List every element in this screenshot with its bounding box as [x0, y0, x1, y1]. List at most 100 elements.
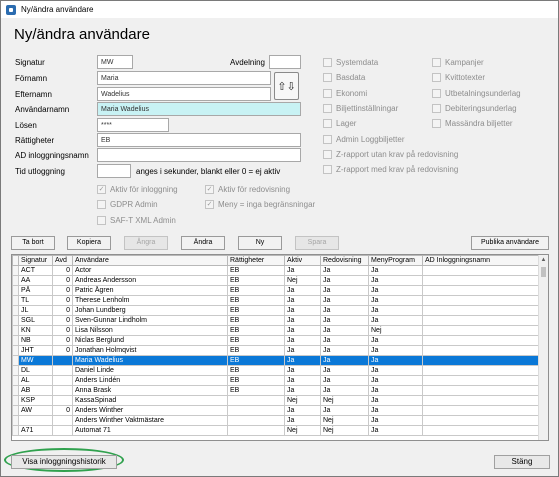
- table-row[interactable]: SGL 0 Sven-Gunnar Lindholm EB Ja Ja Ja: [12, 315, 539, 326]
- table-cell[interactable]: [52, 385, 73, 396]
- fornamn-field[interactable]: Maria: [97, 71, 271, 85]
- table-cell[interactable]: SGL: [18, 315, 53, 326]
- table-row[interactable]: AW 0 Anders Winther Ja Ja Ja: [12, 405, 539, 416]
- table-cell[interactable]: Ja: [284, 265, 321, 276]
- table-row[interactable]: KSP KassaSpinad Nej Nej Ja: [12, 395, 539, 406]
- table-row[interactable]: JL 0 Johan Lundberg EB Ja Ja Ja: [12, 305, 539, 316]
- table-cell[interactable]: Anders Lindén: [72, 375, 228, 386]
- check-zrapport-med-krav[interactable]: Z-rapport med krav på redovisning: [323, 165, 458, 174]
- table-cell[interactable]: [422, 295, 539, 306]
- table-cell[interactable]: Ja: [284, 415, 321, 426]
- kopiera-button[interactable]: Kopiera: [67, 236, 111, 250]
- table-cell[interactable]: Nej: [320, 415, 369, 426]
- table-cell[interactable]: Johan Lundberg: [72, 305, 228, 316]
- col-header[interactable]: Avd: [52, 255, 73, 266]
- table-cell[interactable]: [52, 425, 73, 436]
- check-kvittotexter[interactable]: Kvittotexter: [432, 73, 485, 82]
- table-cell[interactable]: [52, 355, 73, 366]
- table-cell[interactable]: EB: [227, 325, 285, 336]
- table-cell[interactable]: 0: [52, 335, 73, 346]
- table-cell[interactable]: EB: [227, 385, 285, 396]
- table-row[interactable]: AL Anders Lindén EB Ja Ja Ja: [12, 375, 539, 386]
- losen-field[interactable]: ****: [97, 118, 169, 132]
- table-row[interactable]: PÅ 0 Patric Ågren EB Ja Ja Ja: [12, 285, 539, 296]
- table-cell[interactable]: 0: [52, 275, 73, 286]
- table-cell[interactable]: Ja: [320, 345, 369, 356]
- col-header[interactable]: MenyProgram: [368, 255, 423, 266]
- table-cell[interactable]: Ja: [368, 295, 423, 306]
- ny-button[interactable]: Ny: [238, 236, 282, 250]
- table-cell[interactable]: Nej: [284, 275, 321, 286]
- table-cell[interactable]: [18, 415, 53, 426]
- table-cell[interactable]: Ja: [320, 355, 369, 366]
- check-aktiv-inloggning[interactable]: ✓ Aktiv för inloggning: [97, 185, 178, 194]
- ta-bort-button[interactable]: Ta bort: [11, 236, 55, 250]
- table-cell[interactable]: A71: [18, 425, 53, 436]
- table-cell[interactable]: Ja: [284, 355, 321, 366]
- table-cell[interactable]: 0: [52, 315, 73, 326]
- table-cell[interactable]: [422, 365, 539, 376]
- table-cell[interactable]: 0: [52, 325, 73, 336]
- table-row[interactable]: NB 0 Niclas Berglund EB Ja Ja Ja: [12, 335, 539, 346]
- table-cell[interactable]: Ja: [320, 265, 369, 276]
- table-cell[interactable]: EB: [227, 295, 285, 306]
- table-cell[interactable]: EB: [227, 365, 285, 376]
- table-cell[interactable]: [422, 315, 539, 326]
- table-cell[interactable]: Ja: [320, 335, 369, 346]
- check-saft-xml-admin[interactable]: SAF-T XML Admin: [97, 216, 176, 225]
- check-meny-inga-begransningar[interactable]: ✓ Meny = inga begränsningar: [205, 200, 315, 209]
- table-cell[interactable]: Ja: [368, 415, 423, 426]
- stang-button[interactable]: Stäng: [494, 455, 550, 469]
- table-cell[interactable]: Ja: [320, 315, 369, 326]
- table-cell[interactable]: Ja: [284, 305, 321, 316]
- table-cell[interactable]: [227, 415, 285, 426]
- table-cell[interactable]: AW: [18, 405, 53, 416]
- table-cell[interactable]: ACT: [18, 265, 53, 276]
- table-cell[interactable]: AB: [18, 385, 53, 396]
- table-cell[interactable]: Ja: [284, 285, 321, 296]
- table-cell[interactable]: Ja: [284, 385, 321, 396]
- table-cell[interactable]: Anders Winther Vaktmästare: [72, 415, 228, 426]
- table-cell[interactable]: 0: [52, 405, 73, 416]
- col-header[interactable]: Signatur: [18, 255, 53, 266]
- table-cell[interactable]: Lisa Nilsson: [72, 325, 228, 336]
- table-cell[interactable]: Ja: [320, 325, 369, 336]
- table-cell[interactable]: EB: [227, 285, 285, 296]
- table-cell[interactable]: [422, 355, 539, 366]
- table-cell[interactable]: JL: [18, 305, 53, 316]
- table-cell[interactable]: Maria Wadelius: [72, 355, 228, 366]
- table-cell[interactable]: Ja: [368, 305, 423, 316]
- angra-button[interactable]: Ångra: [124, 236, 168, 250]
- table-cell[interactable]: AL: [18, 375, 53, 386]
- table-cell[interactable]: Jonathan Holmqvist: [72, 345, 228, 356]
- table-cell[interactable]: Ja: [284, 345, 321, 356]
- table-cell[interactable]: Ja: [368, 425, 423, 436]
- table-cell[interactable]: KSP: [18, 395, 53, 406]
- table-cell[interactable]: DL: [18, 365, 53, 376]
- check-kampanjer[interactable]: Kampanjer: [432, 58, 484, 67]
- table-cell[interactable]: [422, 405, 539, 416]
- efternamn-field[interactable]: Wadelius: [97, 87, 271, 101]
- table-cell[interactable]: TL: [18, 295, 53, 306]
- rattigheter-field[interactable]: EB: [97, 133, 301, 147]
- table-cell[interactable]: KassaSpinad: [72, 395, 228, 406]
- table-cell[interactable]: Therese Lenholm: [72, 295, 228, 306]
- table-cell[interactable]: PÅ: [18, 285, 53, 296]
- grid-scrollbar[interactable]: ▲: [538, 255, 548, 440]
- table-cell[interactable]: Nej: [320, 395, 369, 406]
- table-cell[interactable]: Ja: [368, 335, 423, 346]
- table-cell[interactable]: JHT: [18, 345, 53, 356]
- check-zrapport-utan-krav[interactable]: Z-rapport utan krav på redovisning: [323, 150, 458, 159]
- table-cell[interactable]: Anders Winther: [72, 405, 228, 416]
- table-cell[interactable]: Ja: [320, 295, 369, 306]
- table-cell[interactable]: Anna Brask: [72, 385, 228, 396]
- table-cell[interactable]: 0: [52, 305, 73, 316]
- table-cell[interactable]: Ja: [368, 275, 423, 286]
- table-cell[interactable]: [52, 375, 73, 386]
- table-cell[interactable]: Ja: [368, 355, 423, 366]
- table-cell[interactable]: Automat 71: [72, 425, 228, 436]
- spara-button[interactable]: Spara: [295, 236, 339, 250]
- table-row[interactable]: DL Daniel Linde EB Ja Ja Ja: [12, 365, 539, 376]
- users-grid[interactable]: Signatur Avd Användare Rättigheter Aktiv…: [11, 254, 549, 441]
- swap-names-button[interactable]: ⇧⇩: [274, 72, 299, 100]
